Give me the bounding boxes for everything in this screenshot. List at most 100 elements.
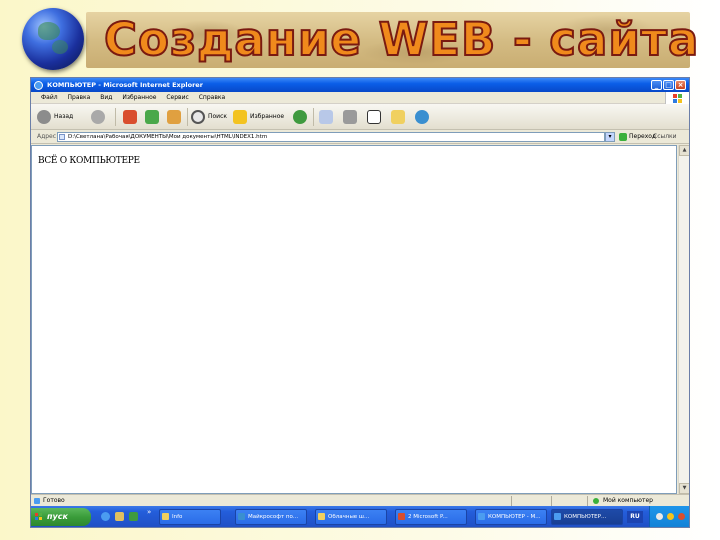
quicklaunch-ie-icon[interactable] [101,512,110,521]
toolbar-separator [115,108,116,126]
ie-icon [554,513,561,520]
quicklaunch-media-icon[interactable] [129,512,138,521]
address-input[interactable]: D:\Светлана\Рабочая\ДОКУМЕНТЫ\Мои докуме… [57,132,605,142]
tray-app-icon[interactable] [667,513,674,520]
toolbar-separator [313,108,314,126]
globe-icon [22,8,84,70]
forward-arrow-icon [91,110,105,124]
windows-logo-icon [35,513,43,521]
scroll-down-arrow[interactable]: ▼ [679,483,689,494]
folder-icon [162,513,169,520]
print-button[interactable] [343,109,357,125]
back-arrow-icon [37,110,51,124]
printer-icon [343,110,357,124]
slide-header: Создание WEB - сайта [0,0,720,72]
favorites-button[interactable]: Избранное [233,109,284,125]
search-label: Поиск [208,113,228,120]
forward-button[interactable] [91,109,105,125]
tray-security-icon[interactable] [678,513,685,520]
folder-icon [318,513,325,520]
task-label: Майкрософт по... [248,514,299,520]
back-button[interactable]: Назад [37,109,73,125]
links-button[interactable]: Ссылки [653,130,677,144]
stop-icon [123,110,137,124]
search-button[interactable]: Поиск [191,109,227,125]
favorites-label: Избранное [250,113,285,120]
start-label: пуск [47,512,68,521]
status-divider [511,496,512,506]
window-titlebar[interactable]: КОМПЬЮТЕР - Microsoft Internet Explorer … [31,78,689,92]
stop-button[interactable] [123,109,137,125]
back-label: Назад [54,113,74,120]
maximize-button[interactable]: □ [663,80,674,90]
address-dropdown-button[interactable]: ▾ [605,132,615,142]
menu-help[interactable]: Справка [195,92,229,104]
window-title: КОМПЬЮТЕР - Microsoft Internet Explorer [47,81,203,89]
task-button-info[interactable]: Info [159,509,221,525]
status-divider [551,496,552,506]
menu-bar: Файл Правка Вид Избранное Сервис Справка [31,92,689,104]
task-label: 2 Microsoft P... [408,514,448,520]
tray-expand-icon[interactable] [656,513,663,520]
slide-title: Создание WEB - сайта [103,12,700,67]
menu-edit[interactable]: Правка [64,92,95,104]
page-status-icon [34,498,40,504]
refresh-button[interactable] [145,109,159,125]
menu-view[interactable]: Вид [96,92,116,104]
edit-button[interactable] [367,109,381,125]
ie-app-icon [34,81,43,90]
home-icon [167,110,181,124]
history-button[interactable] [293,109,307,125]
mail-icon [319,110,333,124]
menu-tools[interactable]: Сервис [162,92,192,104]
task-button-3[interactable]: 2 Microsoft P... [395,509,467,525]
menu-favorites[interactable]: Избранное [118,92,160,104]
language-indicator[interactable]: RU [627,511,643,523]
quicklaunch-app-icon[interactable] [115,512,124,521]
page-heading-text: ВСЁ О КОМПЬЮТЕРЕ [38,156,140,166]
system-tray [649,506,689,527]
menu-file[interactable]: Файл [37,92,62,104]
refresh-icon [145,110,159,124]
search-icon [191,110,205,124]
messenger-icon [415,110,429,124]
go-arrow-icon[interactable] [619,133,627,141]
status-bar: Готово Мой компьютер [31,494,689,506]
task-label: КОМПЬЮТЕР... [564,514,607,520]
toolbar-separator [187,108,188,126]
browser-window: КОМПЬЮТЕР - Microsoft Internet Explorer … [30,77,690,528]
task-button-4[interactable]: КОМПЬЮТЕР - M... [475,509,547,525]
task-label: Облачные ш... [328,514,370,520]
standard-toolbar: Назад Поиск Избранное [31,104,689,130]
messenger-button[interactable] [415,109,429,125]
home-button[interactable] [167,109,181,125]
checkbox-edit-icon [367,110,381,124]
task-label: Info [172,514,183,520]
task-button-2[interactable]: Облачные ш... [315,509,387,525]
windows-flag-icon [665,92,689,104]
task-button-1[interactable]: Майкрософт по... [235,509,307,525]
address-bar: Адрес D:\Светлана\Рабочая\ДОКУМЕНТЫ\Мои … [31,130,689,144]
folder-icon [391,110,405,124]
my-computer-zone-icon [593,498,599,504]
status-divider [587,496,588,506]
scroll-up-arrow[interactable]: ▲ [679,145,689,156]
address-label: Адрес [37,133,57,140]
star-icon [233,110,247,124]
folder-button[interactable] [391,109,405,125]
page-content: ВСЁ О КОМПЬЮТЕРЕ [31,145,677,494]
start-button[interactable]: пуск [31,508,91,526]
task-label: КОМПЬЮТЕР - M... [488,514,541,520]
mail-button[interactable] [319,109,333,125]
close-button[interactable]: × [675,80,686,90]
task-button-5-active[interactable]: КОМПЬЮТЕР... [551,509,623,525]
minimize-button[interactable]: _ [651,80,662,90]
ie-icon [478,513,485,520]
powerpoint-icon [398,513,405,520]
page-icon [59,134,65,140]
address-value: D:\Светлана\Рабочая\ДОКУМЕНТЫ\Мои докуме… [68,134,268,140]
vertical-scrollbar[interactable]: ▲ ▼ [678,145,689,494]
history-icon [293,110,307,124]
quicklaunch-more-button[interactable]: » [147,508,151,516]
word-icon [238,513,245,520]
